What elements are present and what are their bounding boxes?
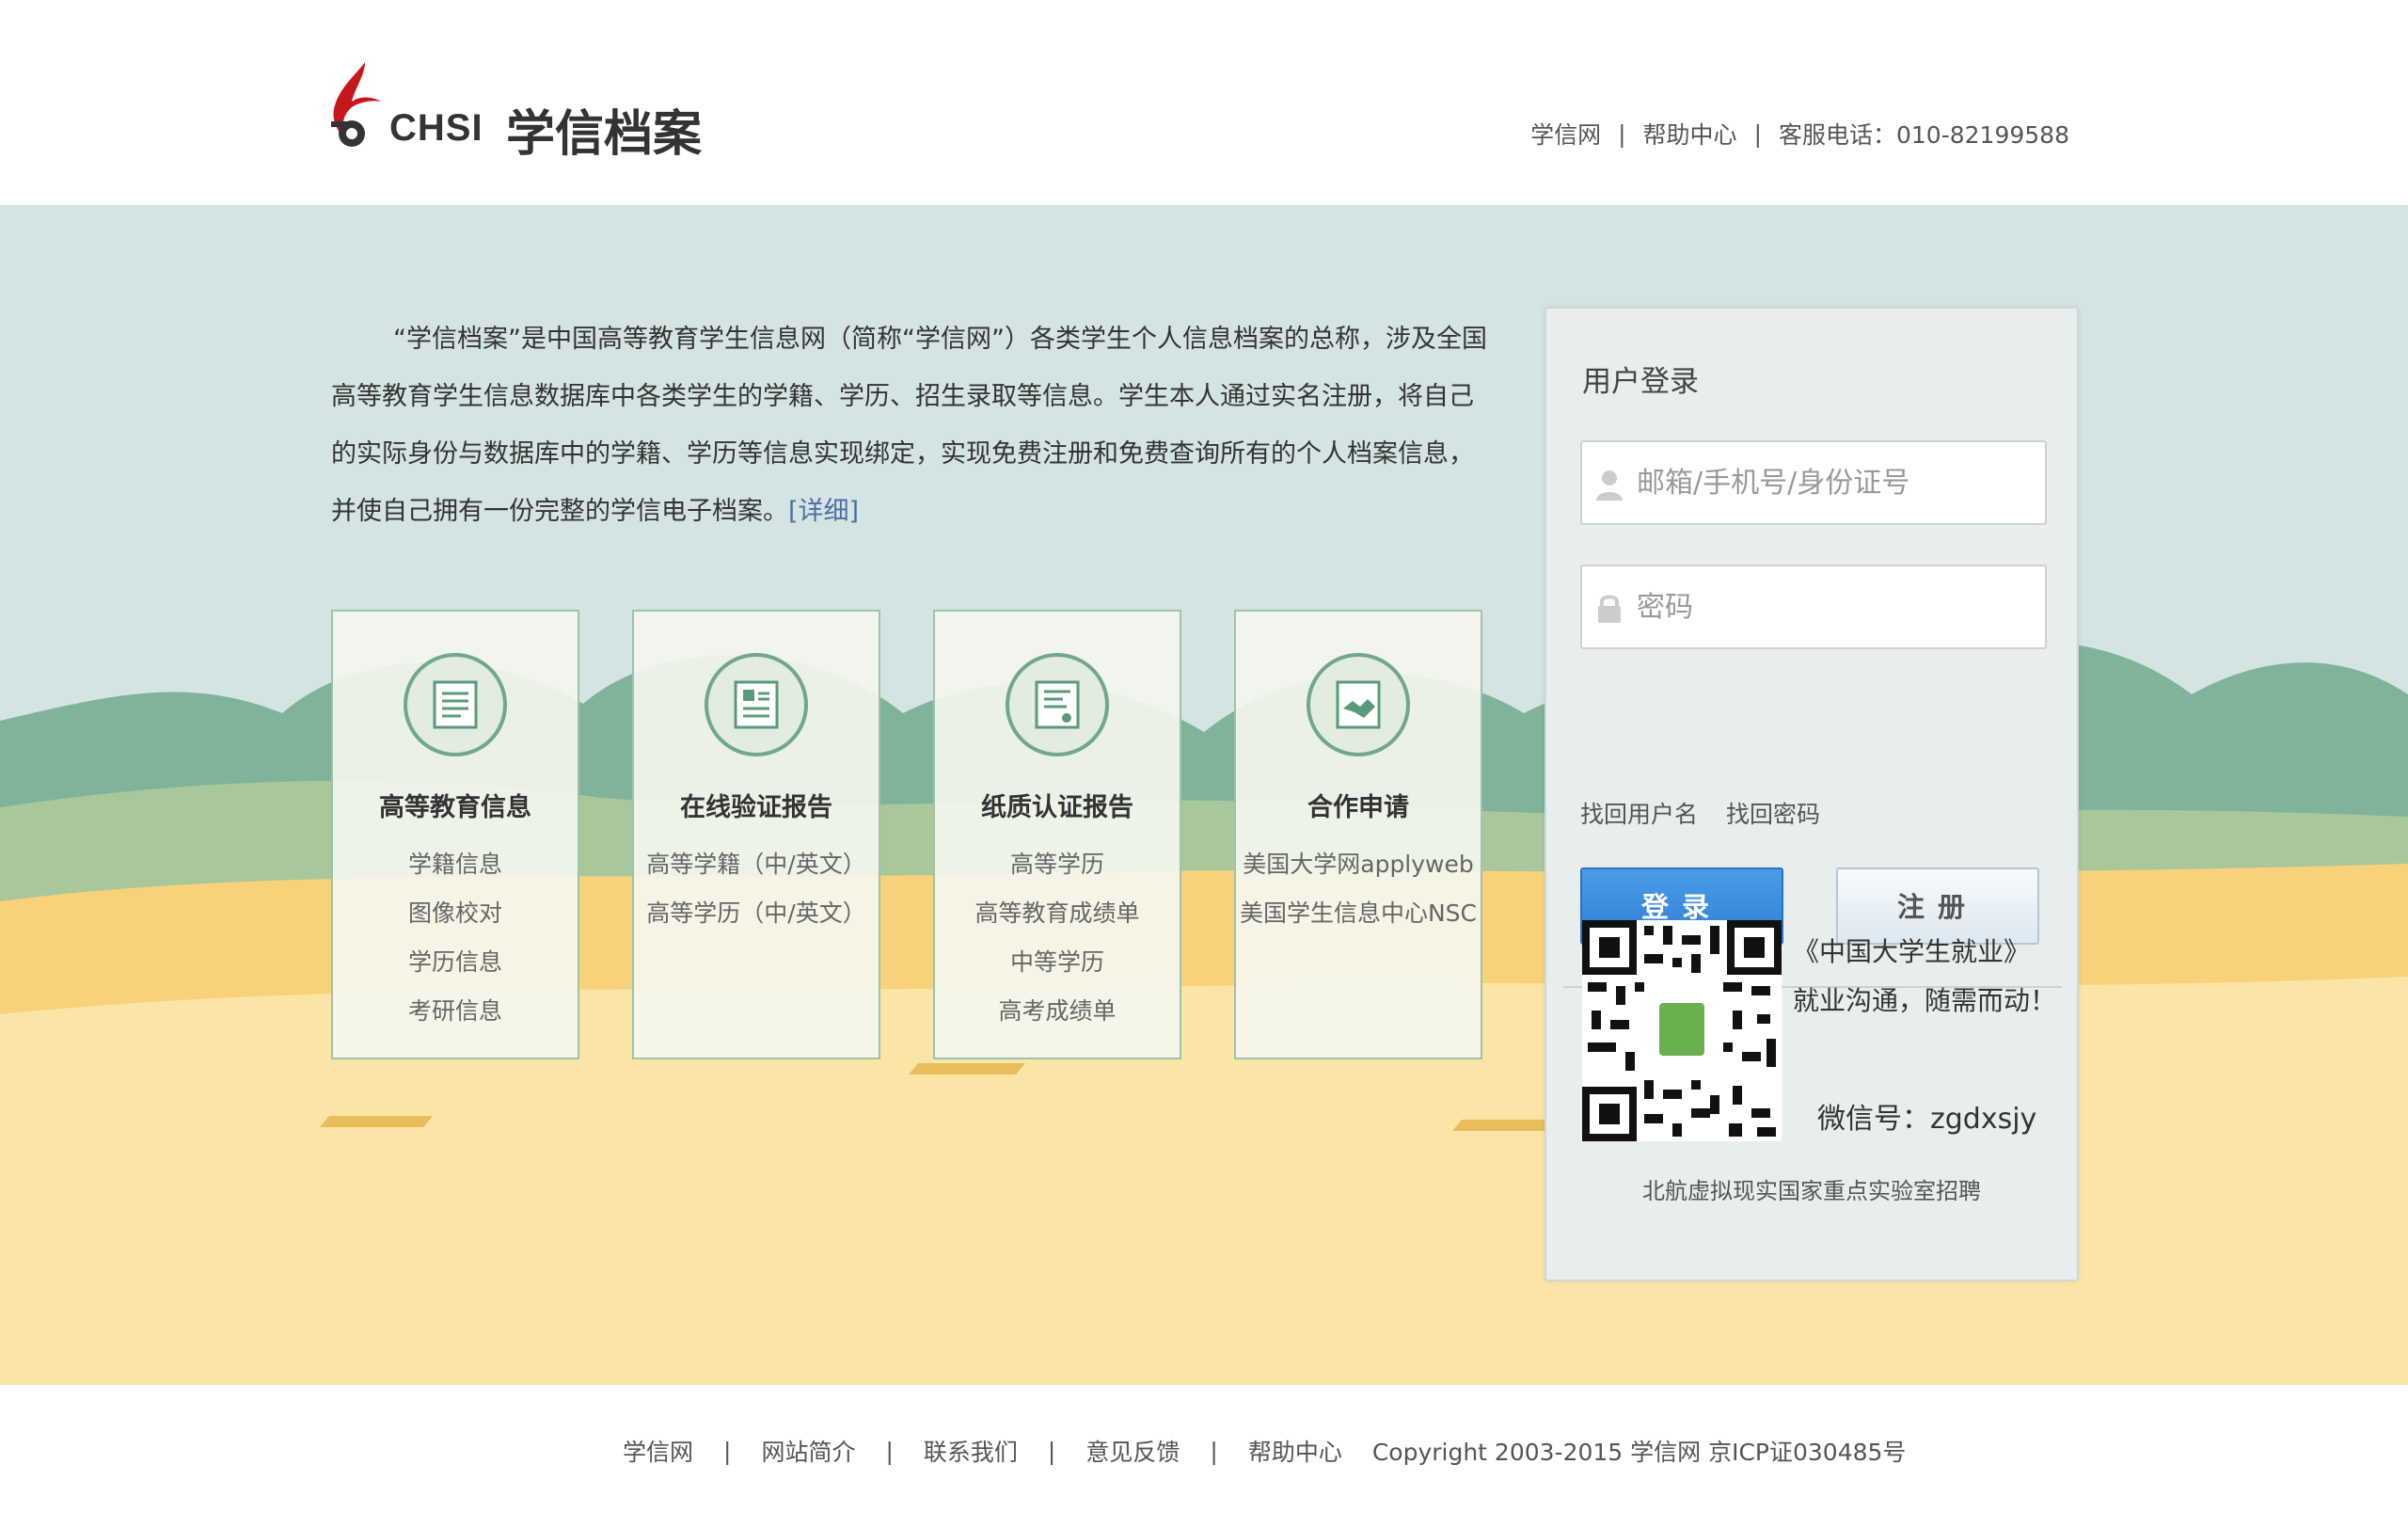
chsi-logo[interactable]: CHSI 学信档案 bbox=[327, 58, 713, 163]
promo-text: 《中国大学生就业》 就业沟通，随需而动！ bbox=[1793, 928, 2056, 1026]
separator: | bbox=[1210, 1437, 1218, 1465]
card-link[interactable]: 美国学生信息中心NSC bbox=[1236, 889, 1481, 938]
promo-line1: 《中国大学生就业》 bbox=[1793, 936, 2031, 967]
page-header: CHSI 学信档案 学信网 | 帮助中心 | 客服电话：010-82199588 bbox=[0, 0, 2408, 205]
separator: | bbox=[1618, 119, 1626, 148]
card-paper-report[interactable]: 纸质认证报告 高等学历 高等教育成绩单 中等学历 高考成绩单 bbox=[933, 610, 1181, 1059]
intro-text: “学信档案”是中国高等教育学生信息网（简称“学信网”）各类学生个人信息档案的总称… bbox=[331, 310, 1494, 540]
hotline: 客服电话：010-82199588 bbox=[1779, 121, 2069, 149]
phoenix-logo-icon bbox=[331, 62, 382, 147]
footer-link-help[interactable]: 帮助中心 bbox=[1248, 1434, 1342, 1468]
card-link[interactable]: 高考成绩单 bbox=[935, 987, 1180, 1036]
username-input[interactable] bbox=[1637, 442, 2032, 523]
footer-links: 学信网 | 网站简介 | 联系我们 | 意见反馈 | 帮助中心 Copyrigh… bbox=[623, 1434, 1906, 1468]
username-field[interactable] bbox=[1580, 440, 2047, 525]
user-icon bbox=[1596, 470, 1623, 501]
card-link[interactable]: 高等教育成绩单 bbox=[935, 889, 1180, 938]
card-link[interactable]: 图像校对 bbox=[333, 889, 578, 938]
separator: | bbox=[1753, 119, 1762, 148]
top-link-chsi[interactable]: 学信网 bbox=[1530, 117, 1601, 151]
find-password-link[interactable]: 找回密码 bbox=[1726, 796, 1820, 830]
wechat-id: 微信号：zgdxsjy bbox=[1817, 1103, 2037, 1136]
certificate-icon bbox=[1006, 653, 1109, 756]
card-link[interactable]: 考研信息 bbox=[333, 987, 578, 1036]
detail-link[interactable]: [详细] bbox=[788, 497, 859, 526]
page-footer: 学信网 | 网站简介 | 联系我们 | 意见反馈 | 帮助中心 Copyrigh… bbox=[0, 1385, 2408, 1528]
top-link-help[interactable]: 帮助中心 bbox=[1643, 117, 1737, 151]
card-link[interactable]: 学籍信息 bbox=[333, 840, 578, 889]
handshake-icon bbox=[1307, 653, 1410, 756]
card-link[interactable]: 高等学籍（中/英文） bbox=[634, 840, 879, 889]
recovery-links: 找回用户名 找回密码 bbox=[1580, 796, 1820, 830]
separator: | bbox=[723, 1437, 732, 1465]
card-link[interactable]: 高等学历（中/英文） bbox=[634, 889, 879, 938]
card-cooperation[interactable]: 合作申请 美国大学网applyweb 美国学生信息中心NSC bbox=[1234, 610, 1482, 1059]
card-title: 在线验证报告 bbox=[680, 793, 832, 822]
card-link[interactable]: 学历信息 bbox=[333, 938, 578, 987]
card-title: 高等教育信息 bbox=[379, 793, 531, 822]
logo-abbr: CHSI bbox=[389, 107, 483, 149]
card-link[interactable]: 美国大学网applyweb bbox=[1236, 840, 1481, 889]
card-link[interactable]: 中等学历 bbox=[935, 938, 1180, 987]
card-link[interactable]: 高等学历 bbox=[935, 840, 1180, 889]
document-icon bbox=[404, 653, 507, 756]
top-links: 学信网 | 帮助中心 | 客服电话：010-82199588 bbox=[1530, 117, 2069, 151]
card-title: 合作申请 bbox=[1307, 793, 1409, 822]
card-online-report[interactable]: 在线验证报告 高等学籍（中/英文） 高等学历（中/英文） bbox=[632, 610, 880, 1059]
password-field[interactable] bbox=[1580, 565, 2047, 649]
card-title: 纸质认证报告 bbox=[981, 793, 1133, 822]
password-input[interactable] bbox=[1637, 566, 2032, 647]
footer-link-feedback[interactable]: 意见反馈 bbox=[1085, 1434, 1180, 1468]
footer-link-chsi[interactable]: 学信网 bbox=[623, 1434, 693, 1468]
service-cards: 高等教育信息 学籍信息 图像校对 学历信息 考研信息 在线验证报告 高等学籍（中… bbox=[331, 610, 1482, 1059]
login-panel: 用户登录 找回用户名 找回密码 登录 注册 bbox=[1545, 307, 2079, 1281]
copyright: Copyright 2003-2015 学信网 京ICP证030485号 bbox=[1371, 1439, 1907, 1466]
card-education-info[interactable]: 高等教育信息 学籍信息 图像校对 学历信息 考研信息 bbox=[331, 610, 579, 1059]
separator: | bbox=[1047, 1437, 1056, 1465]
login-title: 用户登录 bbox=[1582, 365, 1699, 399]
footer-link-contact[interactable]: 联系我们 bbox=[924, 1434, 1018, 1468]
report-icon bbox=[705, 653, 808, 756]
logo-title: 学信档案 bbox=[506, 106, 703, 163]
promo-line2: 就业沟通，随需而动！ bbox=[1793, 985, 2057, 1016]
find-username-link[interactable]: 找回用户名 bbox=[1580, 796, 1698, 830]
lock-icon bbox=[1598, 595, 1621, 623]
intro-body: “学信档案”是中国高等教育学生信息网（简称“学信网”）各类学生个人信息档案的总称… bbox=[331, 325, 1487, 526]
qr-code-icon bbox=[1582, 920, 1782, 1141]
recruit-link[interactable]: 北航虚拟现实国家重点实验室招聘 bbox=[1546, 1172, 2077, 1205]
separator: | bbox=[885, 1437, 894, 1465]
main-banner: “学信档案”是中国高等教育学生信息网（简称“学信网”）各类学生个人信息档案的总称… bbox=[0, 205, 2408, 1385]
footer-link-about[interactable]: 网站简介 bbox=[761, 1434, 855, 1468]
